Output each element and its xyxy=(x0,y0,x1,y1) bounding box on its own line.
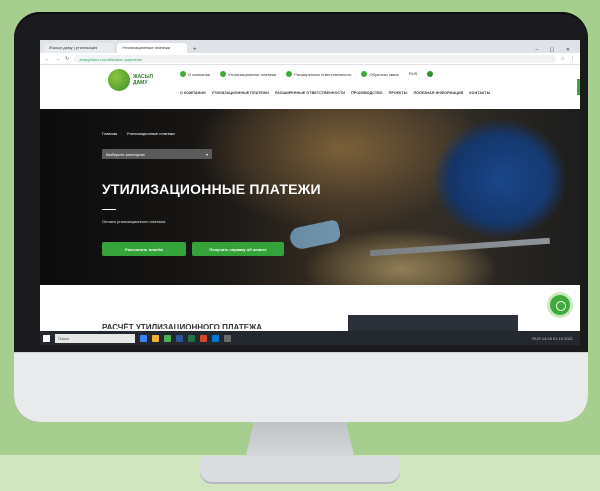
browser-address-bar: ← → ↻ zhasyldamu.kz/utilization-payments… xyxy=(40,53,580,65)
logo-text: ЖАСЫЛ ДАМУ xyxy=(133,74,154,86)
new-tab-button[interactable]: + xyxy=(190,47,200,53)
url-input[interactable]: zhasyldamu.kz/utilization-payments xyxy=(74,54,556,63)
browser-tab[interactable]: Жасыл даму | утилизация xyxy=(44,43,114,53)
mail-app-icon[interactable] xyxy=(212,334,219,342)
breadcrumb-item[interactable]: Главная xyxy=(102,131,117,136)
phone-icon xyxy=(220,71,227,77)
menu-icon[interactable]: ⋮ xyxy=(570,56,575,62)
section-title: РАСЧЁТ УТИЛИЗАЦИОННОГО ПЛАТЕЖА xyxy=(102,323,263,329)
monitor-screen: Жасыл даму | утилизация Утилизационные п… xyxy=(40,40,580,345)
nav-item[interactable]: КОНТАКТЫ xyxy=(469,91,490,95)
nav-item[interactable]: РАСШИРЕННЫЕ ОТВЕТСТВЕННОСТИ xyxy=(275,91,345,95)
site-logo[interactable]: ЖАСЫЛ ДАМУ xyxy=(108,69,155,91)
windows-start-icon[interactable] xyxy=(43,334,50,342)
browser-tab-bar: Жасыл даму | утилизация Утилизационные п… xyxy=(40,40,580,53)
nav-item[interactable]: УТИЛИЗАЦИОННЫЕ ПЛАТЕЖИ xyxy=(212,91,269,95)
hero-subtitle: Оплата утилизационного платежа xyxy=(102,219,166,224)
breadcrumb: Главная · Утилизационные платежи xyxy=(102,131,175,136)
hero-banner: Главная · Утилизационные платежи Выберит… xyxy=(40,109,580,285)
powerpoint-icon[interactable] xyxy=(200,334,207,342)
browser-tab-active[interactable]: Утилизационные платежи xyxy=(117,43,187,53)
site-header: ЖАСЫЛ ДАМУ О компании Утилизационные пла… xyxy=(40,65,580,109)
chrome-browser-icon[interactable] xyxy=(164,334,171,342)
chat-icon xyxy=(361,71,368,77)
taskbar-search-input[interactable]: Поиск xyxy=(55,333,135,343)
header-link[interactable]: Обратная связь xyxy=(361,71,399,77)
header-link-label: Обратная связь xyxy=(369,71,399,77)
side-tab[interactable] xyxy=(577,79,580,95)
reload-icon[interactable]: ↻ xyxy=(65,56,69,62)
calculate-payment-button[interactable]: Рассчитать платёж xyxy=(102,242,186,256)
breadcrumb-item: Утилизационные платежи xyxy=(126,131,175,136)
file-explorer-icon[interactable] xyxy=(152,334,159,342)
forward-arrow-icon[interactable]: → xyxy=(55,56,60,62)
monitor-stand-base xyxy=(200,456,400,482)
mail-icon xyxy=(286,71,293,77)
monitor-stand-neck xyxy=(245,422,355,460)
system-tray: RUS 14:25 01.10.2021 xyxy=(532,335,573,341)
monitor-chin xyxy=(14,352,588,422)
get-certificate-button[interactable]: Получить справку об оплате xyxy=(192,242,284,256)
edge-browser-icon[interactable] xyxy=(140,334,147,342)
language-switch[interactable]: RUS xyxy=(409,71,417,77)
phone-icon xyxy=(180,71,186,77)
search-icon[interactable] xyxy=(427,71,434,77)
header-link-label: Утилизационные платежи xyxy=(228,71,277,77)
chat-fab-button[interactable] xyxy=(550,295,570,315)
os-taskbar: Поиск RUS 14:25 01.10.2021 xyxy=(40,331,580,345)
header-link[interactable]: О компании xyxy=(180,71,210,77)
word-icon[interactable] xyxy=(176,334,183,342)
excel-icon[interactable] xyxy=(188,334,195,342)
back-arrow-icon[interactable]: ← xyxy=(45,56,50,62)
category-select-value: Выберите категорию xyxy=(106,152,145,157)
nav-item[interactable]: О КОМПАНИИ xyxy=(180,91,206,95)
header-link[interactable]: Утилизационные платежи xyxy=(220,71,276,77)
page-title: УТИЛИЗАЦИОННЫЕ ПЛАТЕЖИ xyxy=(102,181,321,197)
settings-icon[interactable] xyxy=(224,334,231,342)
header-link-label: Расширенная ответственность xyxy=(294,71,352,77)
nav-item[interactable]: ПОЛЕЗНАЯ ИНФОРМАЦИЯ xyxy=(413,91,463,95)
window-controls[interactable]: – ▢ ✕ xyxy=(536,47,580,53)
title-divider xyxy=(102,209,116,210)
main-nav: О КОМПАНИИ УТИЛИЗАЦИОННЫЕ ПЛАТЕЖИ РАСШИР… xyxy=(180,91,490,95)
nav-item[interactable]: ПРОЕКТЫ xyxy=(389,91,408,95)
clover-logo-icon xyxy=(108,69,130,91)
header-link-label: О компании xyxy=(188,71,211,77)
header-link[interactable]: Расширенная ответственность xyxy=(286,71,351,77)
chevron-down-icon: ▾ xyxy=(205,152,208,157)
breadcrumb-separator: · xyxy=(121,131,123,136)
star-icon[interactable]: ☆ xyxy=(561,56,565,62)
nav-item[interactable]: ПРОИЗВОДСТВО xyxy=(351,91,383,95)
header-contacts: О компании Утилизационные платежи Расшир… xyxy=(180,71,434,77)
category-select[interactable]: Выберите категорию ▾ xyxy=(102,149,212,159)
